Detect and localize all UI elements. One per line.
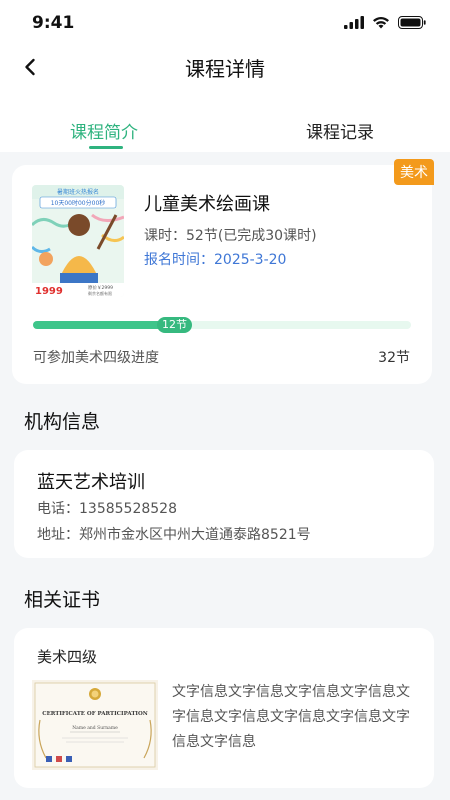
- page-title: 课程详情: [185, 57, 265, 81]
- certificate-image[interactable]: CERTIFICATE OF PARTICIPATION Name and Su…: [32, 680, 158, 770]
- course-signup-date: 报名时间：2025-3-20: [144, 252, 287, 268]
- cover-price: 1999: [35, 286, 63, 297]
- course-name: 儿童美术绘画课: [144, 194, 270, 215]
- section-title-org: 机构信息: [24, 411, 101, 433]
- tab-active-indicator: [89, 146, 123, 149]
- tab-bar: 课程简介 课程记录: [0, 90, 450, 152]
- cover-countdown-text: 10天00时00分00秒: [51, 199, 106, 207]
- signal-icon: [344, 16, 364, 29]
- cover-banner-text: 暑期班火热报名: [57, 188, 99, 196]
- certificate-title: CERTIFICATE OF PARTICIPATION: [42, 711, 148, 717]
- progress-bubble: 12节: [157, 317, 192, 333]
- org-address: 地址：郑州市金水区中州大道通泰路8521号: [37, 527, 311, 543]
- status-bar: 9:41: [0, 0, 450, 44]
- cert-name: 美术四级: [37, 648, 98, 666]
- progress-bar: 12节: [33, 317, 411, 333]
- status-icons: [344, 16, 426, 29]
- nav-bar: 课程详情: [0, 44, 450, 90]
- tab-course-record[interactable]: 课程记录: [306, 118, 374, 143]
- course-card[interactable]: 美术 暑期班火热报名 10天00时00分00秒 1999 原价￥2999 剩余名…: [12, 159, 434, 384]
- course-cover-image: 暑期班火热报名 10天00时00分00秒 1999 原价￥2999 剩余名额有限: [32, 185, 124, 297]
- org-name: 蓝天艺术培训: [37, 472, 145, 493]
- wifi-icon: [373, 17, 389, 29]
- org-phone[interactable]: 电话：13585528528: [37, 498, 177, 518]
- section-title-cert: 相关证书: [24, 589, 101, 611]
- course-category-tag: 美术: [394, 159, 434, 185]
- cert-description: 文字信息文字信息文字信息文字信息文字信息文字信息文字信息文字信息文字信息文字信息: [172, 684, 410, 750]
- certificate-recipient: Name and Surname: [72, 725, 118, 731]
- status-time: 9:41: [32, 13, 75, 33]
- progress-total: 32节: [378, 350, 410, 366]
- tab-course-intro[interactable]: 课程简介: [70, 118, 138, 143]
- battery-icon: [398, 16, 426, 29]
- cert-card[interactable]: 美术四级 CERTIFICATE OF PARTICIPATION Name a…: [14, 628, 434, 788]
- progress-label: 可参加美术四级进度: [33, 350, 159, 366]
- org-card[interactable]: 蓝天艺术培训 电话：13585528528 地址：郑州市金水区中州大道通泰路85…: [14, 450, 434, 558]
- course-hours: 课时：52节(已完成30课时): [144, 228, 317, 244]
- progress-fill: [33, 321, 175, 329]
- cover-note: 剩余名额有限: [88, 290, 112, 296]
